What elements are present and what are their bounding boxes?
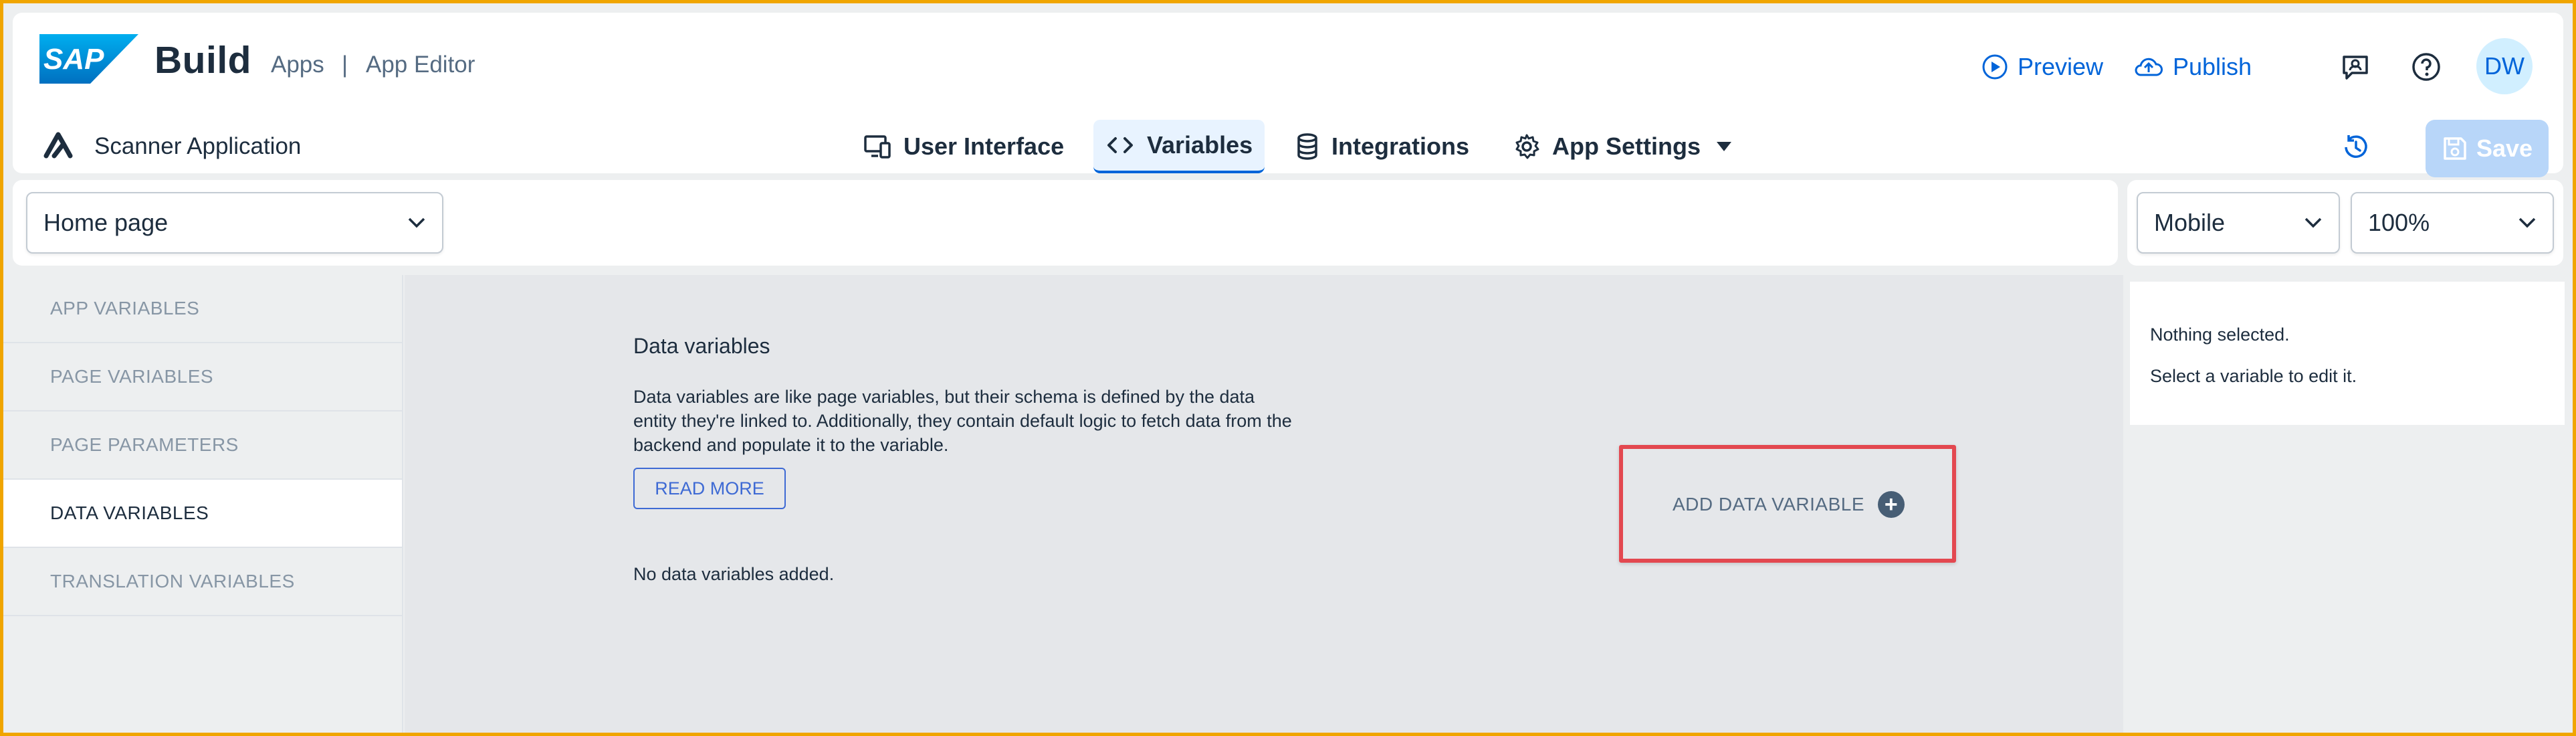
- breadcrumb-separator: |: [342, 52, 348, 78]
- page-select[interactable]: Home page: [26, 192, 443, 254]
- cloud-upload-icon: [2135, 58, 2163, 76]
- save-icon: [2444, 137, 2466, 160]
- caret-down-icon[interactable]: [1715, 140, 1733, 153]
- nav-item-page-variables[interactable]: PAGE VARIABLES: [3, 343, 402, 411]
- view-toolbar: Mobile 100%: [2127, 180, 2563, 266]
- app-logo-icon: [43, 132, 73, 159]
- nav-item-app-variables[interactable]: APP VARIABLES: [3, 275, 402, 343]
- tab-label: Integrations: [1331, 132, 1470, 160]
- page-select-value: Home page: [43, 209, 169, 236]
- publish-label: Publish: [2173, 53, 2252, 80]
- monitor-phone-icon: [864, 135, 891, 159]
- app-name: Scanner Application: [94, 133, 302, 159]
- feedback-button[interactable]: [2332, 43, 2379, 90]
- tab-integrations[interactable]: Integrations: [1283, 120, 1481, 173]
- section-title: Data variables: [633, 334, 770, 358]
- chevron-down-icon: [2304, 217, 2322, 228]
- plus-circle-icon: +: [1878, 491, 1905, 518]
- tab-user-interface[interactable]: User Interface: [851, 120, 1076, 173]
- tab-label: Variables: [1147, 131, 1253, 159]
- feedback-icon: [2343, 56, 2368, 80]
- zoom-select-value: 100%: [2368, 209, 2430, 236]
- publish-button[interactable]: Publish: [2134, 50, 2252, 84]
- properties-panel: Nothing selected. Select a variable to e…: [2125, 275, 2573, 733]
- chevron-down-icon: [408, 217, 425, 228]
- breadcrumb-apps[interactable]: Apps: [271, 52, 324, 78]
- code-icon: [1107, 137, 1133, 153]
- brand-title: Build: [154, 39, 251, 82]
- empty-state-text: No data variables added.: [633, 564, 835, 584]
- sap-logo: SAP: [39, 34, 138, 84]
- gear-icon: [1515, 134, 1539, 159]
- variables-nav: APP VARIABLES PAGE VARIABLES PAGE PARAME…: [3, 275, 403, 733]
- nothing-selected-text: Nothing selected.: [2150, 325, 2290, 345]
- preview-button[interactable]: Preview: [1981, 50, 2103, 84]
- properties-card: Nothing selected. Select a variable to e…: [2130, 282, 2565, 425]
- tab-app-settings[interactable]: App Settings: [1501, 120, 1745, 173]
- device-select-value: Mobile: [2154, 209, 2226, 236]
- select-hint-text: Select a variable to edit it.: [2150, 366, 2357, 386]
- play-circle-icon: [1982, 54, 2008, 80]
- tab-label: App Settings: [1552, 132, 1701, 160]
- add-data-variable-label: ADD DATA VARIABLE: [1673, 494, 1865, 515]
- chevron-down-icon: [2518, 217, 2536, 228]
- help-icon: [2412, 53, 2440, 81]
- history-button[interactable]: [2332, 124, 2379, 171]
- preview-label: Preview: [2018, 53, 2104, 80]
- nav-item-translation-variables[interactable]: TRANSLATION VARIABLES: [3, 548, 402, 616]
- nav-item-data-variables[interactable]: DATA VARIABLES: [3, 480, 402, 548]
- user-avatar[interactable]: DW: [2476, 38, 2533, 94]
- save-button[interactable]: Save: [2426, 120, 2549, 177]
- database-icon: [1297, 133, 1317, 160]
- section-description: Data variables are like page variables, …: [633, 387, 1292, 455]
- read-more-button[interactable]: READ MORE: [633, 468, 786, 509]
- save-label: Save: [2476, 134, 2533, 162]
- history-icon: [2345, 135, 2367, 158]
- breadcrumb-app-editor: App Editor: [366, 52, 475, 78]
- add-data-variable-button[interactable]: ADD DATA VARIABLE +: [1673, 488, 1905, 521]
- app-window: SAP Build Apps | App Editor Preview Publ…: [3, 3, 2573, 733]
- tab-label: User Interface: [903, 132, 1065, 160]
- tab-variables[interactable]: Variables: [1093, 120, 1265, 173]
- page-toolbar: Home page: [13, 180, 2118, 266]
- svg-text:SAP: SAP: [43, 43, 104, 76]
- help-button[interactable]: [2403, 43, 2450, 90]
- device-select[interactable]: Mobile: [2137, 192, 2340, 254]
- header-bar: SAP Build Apps | App Editor Preview Publ…: [13, 13, 2563, 177]
- zoom-select[interactable]: 100%: [2351, 192, 2554, 254]
- nav-item-page-parameters[interactable]: PAGE PARAMETERS: [3, 411, 402, 480]
- main-content: Data variables Data variables are like p…: [405, 275, 2123, 733]
